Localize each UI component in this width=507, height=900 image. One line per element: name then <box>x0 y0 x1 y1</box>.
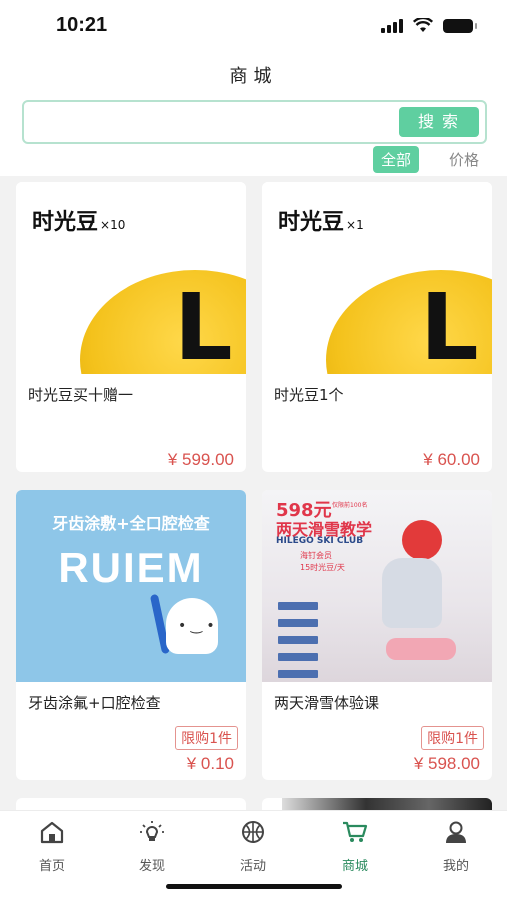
product-card[interactable]: 时光豆 ×10 L 时光豆买十赠一 ¥ 599.00 <box>16 182 246 472</box>
tab-discover[interactable]: 发现 <box>112 819 192 874</box>
skier-helmet <box>402 520 442 560</box>
skier-pads <box>386 638 456 660</box>
signal-icon <box>381 18 403 33</box>
search-button[interactable]: 搜索 <box>399 107 479 137</box>
product-price: ¥ 0.10 <box>186 754 234 773</box>
tooth-icon: • ‿ • <box>166 598 218 654</box>
image-title: 时光豆 ×10 <box>32 210 126 235</box>
product-name: 时光豆买十赠一 <box>28 386 134 404</box>
filter-price[interactable]: 价格 <box>441 146 487 173</box>
image-title: 时光豆 ×1 <box>278 210 364 235</box>
product-price: ¥ 60.00 <box>423 450 480 469</box>
bean-letter: L <box>420 274 479 374</box>
product-image: 时光豆 ×10 L <box>16 182 246 374</box>
image-checklist <box>278 602 318 682</box>
bean-letter: L <box>174 274 233 374</box>
image-club: HILEGO SKI CLUB <box>276 536 364 546</box>
brand-logo: RUIEM <box>58 544 204 591</box>
tab-mine[interactable]: 我的 <box>416 819 496 874</box>
image-price-sub: 仅限前100名 <box>332 502 368 509</box>
status-bar: 10:21 <box>0 0 507 56</box>
product-card[interactable]: 598元 仅限前100名 两天滑雪教学 HILEGO SKI CLUB 海钉会员… <box>262 490 492 780</box>
basketball-icon <box>242 821 264 843</box>
filter-all[interactable]: 全部 <box>372 146 419 173</box>
product-name: 时光豆1个 <box>274 386 344 404</box>
image-heading: 牙齿涂敷+全口腔检查 <box>52 514 210 533</box>
tab-home[interactable]: 首页 <box>12 819 92 874</box>
product-image <box>282 798 492 810</box>
tab-label: 商城 <box>341 859 368 874</box>
product-card[interactable]: 牙齿涂敷+全口腔检查 RUIEM • ‿ • 牙齿涂氟+口腔检查 限购1件 ¥ … <box>16 490 246 780</box>
limit-badge: 限购1件 <box>175 726 238 750</box>
tab-label: 活动 <box>239 859 266 874</box>
limit-badge: 限购1件 <box>421 726 484 750</box>
product-card[interactable] <box>16 798 246 810</box>
battery-icon <box>443 18 477 33</box>
product-name: 牙齿涂氟+口腔检查 <box>28 694 161 712</box>
product-card[interactable]: 时光豆 ×1 L 时光豆1个 ¥ 60.00 <box>262 182 492 472</box>
filter-row: 全部 价格 <box>372 146 487 173</box>
product-name: 两天滑雪体验课 <box>274 694 380 712</box>
tab-label: 首页 <box>38 859 65 874</box>
home-indicator <box>166 884 342 889</box>
page-title: 商城 <box>229 66 278 87</box>
cart-icon <box>343 821 368 842</box>
product-price: ¥ 598.00 <box>413 754 480 773</box>
product-image: 时光豆 ×1 L <box>262 182 492 374</box>
tab-activity[interactable]: 活动 <box>213 819 293 874</box>
tab-label: 发现 <box>138 859 165 874</box>
product-image: 牙齿涂敷+全口腔检查 RUIEM • ‿ • <box>16 490 246 682</box>
image-member: 海钉会员 15时光豆/天 <box>300 551 345 572</box>
wifi-icon <box>413 18 433 32</box>
product-price: ¥ 599.00 <box>167 450 234 469</box>
product-image: 598元 仅限前100名 两天滑雪教学 HILEGO SKI CLUB 海钉会员… <box>262 490 492 682</box>
search-input[interactable] <box>32 108 392 136</box>
status-icons <box>381 18 477 33</box>
product-card[interactable] <box>262 798 492 810</box>
product-grid: 时光豆 ×10 L 时光豆买十赠一 ¥ 599.00 时光豆 ×1 L 时光豆1个 … <box>0 176 507 810</box>
lightbulb-icon <box>140 821 164 841</box>
user-icon <box>446 821 466 843</box>
search-bar: 搜索 <box>22 100 487 144</box>
tab-mall[interactable]: 商城 <box>315 819 395 874</box>
skier-body <box>382 558 442 628</box>
status-time: 10:21 <box>56 14 108 36</box>
home-icon <box>40 821 64 844</box>
tab-label: 我的 <box>442 859 469 874</box>
